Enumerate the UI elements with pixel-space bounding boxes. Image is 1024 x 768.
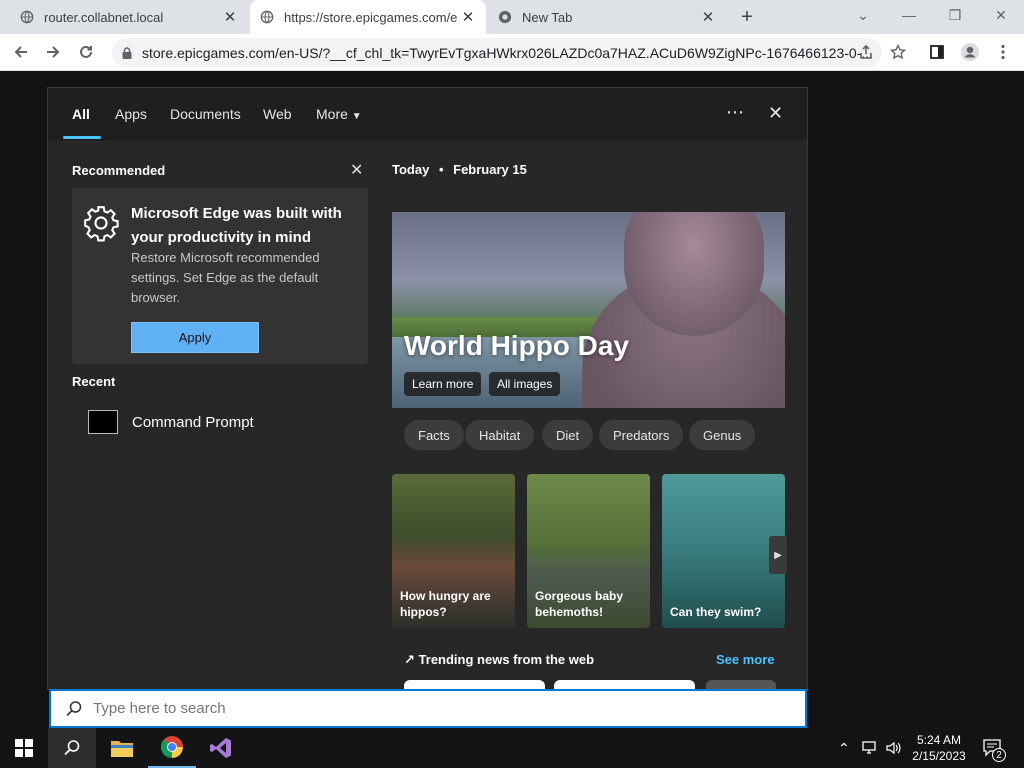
globe-icon <box>260 10 274 24</box>
trending-header: ↗ Trending news from the web <box>404 652 594 668</box>
search-icon <box>66 700 82 716</box>
hero-card-hippo[interactable]: World Hippo Day Learn more All images <box>392 212 785 408</box>
tab-title: New Tab <box>522 9 573 25</box>
trending-icon: ↗ <box>404 652 415 667</box>
taskbar-search-box[interactable] <box>49 689 807 728</box>
taskbar-clock[interactable]: 5:24 AM 2/15/2023 <box>906 732 972 764</box>
reload-icon[interactable] <box>73 39 99 65</box>
tab-title: router.collabnet.local <box>44 9 164 25</box>
globe-icon <box>20 10 34 24</box>
tab-more[interactable]: More ▼ <box>316 106 362 122</box>
url-text: store.epicgames.com/en-US/?__cf_chl_tk=T… <box>142 44 874 61</box>
thumbnail-card[interactable]: Gorgeous baby behemoths! <box>527 474 650 628</box>
close-tab-icon[interactable]: ✕ <box>220 7 240 27</box>
forward-icon[interactable] <box>40 39 66 65</box>
windows-search-panel: All Apps Documents Web More ▼ ⋯ ✕ Recomm… <box>47 87 808 690</box>
tab-documents[interactable]: Documents <box>170 106 241 122</box>
chrome-icon <box>498 10 512 24</box>
tab-more-label: More <box>316 106 348 122</box>
chrome-taskbar-icon[interactable] <box>148 728 196 768</box>
today-date: February 15 <box>453 162 527 177</box>
chip-habitat[interactable]: Habitat <box>465 420 535 450</box>
chip-facts[interactable]: Facts <box>404 420 464 450</box>
tab-search-icon[interactable]: ⌄ <box>840 0 886 30</box>
chip-genus[interactable]: Genus <box>689 420 756 450</box>
start-windows-icon[interactable] <box>0 728 48 768</box>
address-bar[interactable]: store.epicgames.com/en-US/?__cf_chl_tk=T… <box>112 38 882 67</box>
close-panel-icon[interactable]: ✕ <box>768 103 783 124</box>
thumbnail-caption: How hungry are hippos? <box>400 589 491 619</box>
menu-kebab-icon[interactable] <box>990 39 1016 65</box>
minimize-icon[interactable]: — <box>886 0 932 30</box>
close-tab-icon[interactable]: ✕ <box>458 7 478 27</box>
chip-diet[interactable]: Diet <box>542 420 594 450</box>
search-taskbar-icon[interactable] <box>48 728 96 768</box>
search-filter-tabs: All Apps Documents Web More ▼ ⋯ ✕ <box>48 88 807 142</box>
restore-icon[interactable]: ❐ <box>932 0 978 30</box>
recommended-description: Restore Microsoft recommended settings. … <box>131 250 320 305</box>
trending-label: Trending news from the web <box>418 652 595 667</box>
recommended-card[interactable]: Microsoft Edge was built with your produ… <box>72 188 368 364</box>
thumbnail-caption: Can they swim? <box>670 605 762 619</box>
command-prompt-icon <box>88 410 118 434</box>
dismiss-recommended-icon[interactable]: ✕ <box>350 160 363 180</box>
window-close-icon[interactable]: ✕ <box>978 0 1024 30</box>
thumbnail-caption: Gorgeous baby behemoths! <box>535 589 624 619</box>
next-arrow-icon[interactable]: ▶ <box>769 536 787 574</box>
browser-tab-newtab[interactable]: New Tab ✕ <box>478 0 726 34</box>
search-input[interactable] <box>93 700 733 717</box>
share-icon[interactable] <box>853 39 879 65</box>
browser-toolbar: store.epicgames.com/en-US/?__cf_chl_tk=T… <box>0 34 1024 71</box>
recommended-label: Recommended <box>72 163 166 178</box>
recent-item-command-prompt[interactable]: Command Prompt <box>88 410 254 434</box>
recent-item-label: Command Prompt <box>132 413 254 431</box>
side-panel-icon[interactable] <box>924 39 950 65</box>
thumbnail-card[interactable]: Can they swim? <box>662 474 785 628</box>
clock-time: 5:24 AM <box>916 733 962 747</box>
volume-icon[interactable] <box>885 728 903 768</box>
notification-center-icon[interactable]: 2 <box>982 728 1006 768</box>
apply-button[interactable]: Apply <box>131 322 259 353</box>
hero-title: World Hippo Day <box>404 330 630 361</box>
chip-predators[interactable]: Predators <box>599 420 684 450</box>
separator-dot: • <box>438 162 444 177</box>
today-header: Today • February 15 <box>392 162 527 177</box>
search-panel-body: Recommended ✕ Microsoft Edge was built w… <box>48 142 807 689</box>
tab-title: https://store.epicgames.com/en- <box>284 9 458 25</box>
tab-apps[interactable]: Apps <box>115 106 147 122</box>
profile-avatar-icon[interactable] <box>957 39 983 65</box>
browser-tab-epicgames[interactable]: https://store.epicgames.com/en- ✕ <box>250 0 486 34</box>
lock-icon <box>122 46 132 59</box>
network-icon[interactable] <box>862 728 880 768</box>
tab-web[interactable]: Web <box>263 106 292 122</box>
more-options-icon[interactable]: ⋯ <box>726 102 745 123</box>
chevron-up-icon: ⌃ <box>838 739 850 756</box>
thumbnail-card[interactable]: How hungry are hippos? <box>392 474 515 628</box>
see-more-link[interactable]: See more <box>716 652 775 667</box>
taskbar: ⌃ 5:24 AM 2/15/2023 2 <box>0 728 1024 768</box>
gear-icon <box>84 206 119 242</box>
bookmark-star-icon[interactable] <box>885 39 911 65</box>
tab-all[interactable]: All <box>72 106 90 122</box>
new-tab-button[interactable]: + <box>736 6 758 28</box>
today-label: Today <box>392 162 430 177</box>
all-images-button[interactable]: All images <box>489 372 561 396</box>
close-tab-icon[interactable]: ✕ <box>698 7 718 27</box>
visual-studio-icon[interactable] <box>197 728 245 768</box>
learn-more-button[interactable]: Learn more <box>404 372 482 396</box>
browser-tab-strip: router.collabnet.local ✕ https://store.e… <box>0 0 1024 34</box>
recommended-title: Microsoft Edge was built with your produ… <box>131 205 342 246</box>
show-hidden-icons[interactable]: ⌃ <box>838 728 850 768</box>
back-icon[interactable] <box>8 39 34 65</box>
clock-date: 2/15/2023 <box>912 749 966 763</box>
recent-label: Recent <box>72 374 116 389</box>
notification-count: 2 <box>992 748 1006 762</box>
caret-down-icon: ▼ <box>351 111 362 122</box>
file-explorer-icon[interactable] <box>98 728 146 768</box>
browser-tab-router[interactable]: router.collabnet.local ✕ <box>0 0 248 34</box>
active-tab-indicator <box>63 136 101 139</box>
